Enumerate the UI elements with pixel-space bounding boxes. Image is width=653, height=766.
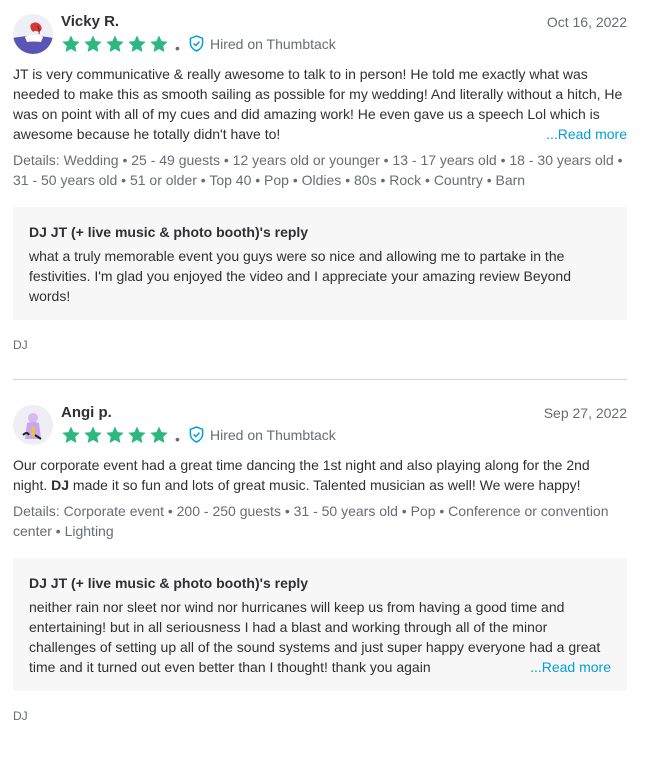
star-icon [84, 426, 102, 443]
hired-badge: Hired on Thumbtack [189, 426, 336, 443]
star-icon [106, 426, 124, 443]
avatar[interactable] [13, 405, 53, 445]
hired-label: Hired on Thumbtack [210, 426, 336, 443]
star-icon [150, 426, 168, 443]
review-text-part: made it so fun and lots of great music. … [69, 477, 581, 493]
review-header: Angi p. Sep 27, 2022 • Hired on Thumbtac… [13, 403, 627, 453]
review-details: Details: Corporate event • 200 - 250 gue… [13, 503, 609, 539]
review-text: Our corporate event had a great time dan… [13, 455, 627, 495]
review-date: Sep 27, 2022 [543, 405, 627, 421]
review-text-bold: DJ [51, 477, 70, 493]
star-icon [128, 426, 146, 443]
separator-dot: • [175, 431, 180, 447]
reply-title: DJ JT (+ live music & photo booth)'s rep… [29, 575, 309, 591]
reviewer-name: Angi p. [61, 404, 112, 421]
service-category: DJ [13, 709, 28, 723]
reply-text-content: neither rain nor sleet nor wind nor hurr… [29, 599, 601, 675]
pro-reply: DJ JT (+ live music & photo booth)'s rep… [13, 558, 627, 691]
star-icon [62, 426, 80, 443]
star-rating [61, 425, 169, 445]
reply-text: neither rain nor sleet nor wind nor hurr… [29, 597, 611, 677]
review-card: Angi p. Sep 27, 2022 • Hired on Thumbtac… [0, 0, 653, 723]
avatar-image [13, 405, 53, 445]
shield-check-icon [189, 426, 204, 443]
read-more-link[interactable]: ...Read more [530, 657, 611, 677]
